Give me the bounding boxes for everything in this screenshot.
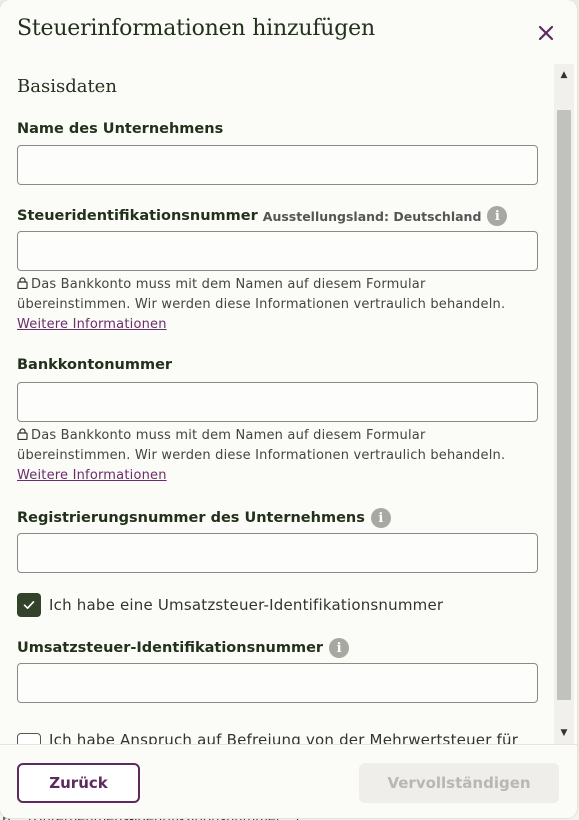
vat-id-label-text: Umsatzsteuer-Identifikationsnummer (17, 640, 324, 656)
bank-account-more-info-link[interactable]: Weitere Informationen (17, 468, 167, 483)
vat-exempt-label: Ich habe Anspruch auf Befreiung von der … (49, 731, 519, 744)
has-vat-label: Ich habe eine Umsatzsteuer-Identifikatio… (49, 596, 444, 614)
bank-account-hint: Das Bankkonto muss mit dem Namen auf die… (17, 426, 538, 486)
info-icon[interactable]: i (329, 638, 350, 658)
registration-label-text: Registrierungsnummer des Unternehmens (17, 510, 365, 526)
lock-icon (17, 277, 28, 289)
lock-icon (17, 428, 28, 440)
scrollbar[interactable]: ▲ ▼ (554, 64, 574, 744)
scroll-down-arrow-icon[interactable]: ▼ (554, 724, 574, 742)
company-name-input[interactable] (17, 145, 538, 185)
scroll-thumb[interactable] (557, 110, 571, 700)
registration-input[interactable] (17, 533, 538, 573)
tax-id-hint-text: Das Bankkonto muss mit dem Namen auf die… (17, 277, 506, 312)
modal-title: Steuerinformationen hinzufügen (17, 16, 375, 41)
tax-id-input[interactable] (17, 231, 538, 271)
has-vat-row: Ich habe eine Umsatzsteuer-Identifikatio… (17, 593, 443, 617)
form-scroll-area[interactable]: Basisdaten Name des Unternehmens Steueri… (0, 64, 577, 744)
vat-exempt-row: Ich habe Anspruch auf Befreiung von der … (17, 723, 518, 744)
tax-info-modal: Steuerinformationen hinzufügen Basisdate… (0, 0, 577, 818)
modal-footer: Zurück Vervollständigen (0, 744, 577, 818)
has-vat-checkbox[interactable] (17, 593, 41, 617)
back-button[interactable]: Zurück (17, 763, 140, 803)
registration-label: Registrierungsnummer des Unternehmens i (17, 508, 391, 528)
section-title: Basisdaten (17, 76, 117, 97)
vat-id-input[interactable] (17, 663, 538, 703)
vat-exempt-checkbox[interactable] (17, 733, 41, 744)
complete-button[interactable]: Vervollständigen (359, 763, 559, 803)
bank-account-input[interactable] (17, 382, 538, 422)
modal-header: Steuerinformationen hinzufügen (0, 0, 577, 64)
bank-account-hint-text: Das Bankkonto muss mit dem Namen auf die… (17, 428, 506, 463)
tax-id-label: Steueridentifikationsnummer Ausstellungs… (17, 206, 508, 226)
company-name-label: Name des Unternehmens (17, 121, 223, 137)
bank-account-label: Bankkontonummer (17, 357, 172, 373)
vat-id-label: Umsatzsteuer-Identifikationsnummer i (17, 638, 350, 658)
info-icon[interactable]: i (487, 206, 508, 226)
close-icon[interactable] (534, 21, 558, 45)
bank-account-label-text: Bankkontonummer (17, 357, 173, 373)
info-icon[interactable]: i (370, 508, 391, 528)
tax-id-hint: Das Bankkonto muss mit dem Namen auf die… (17, 275, 538, 335)
tax-id-country-label: Ausstellungsland: Deutschland (262, 208, 482, 224)
scroll-up-arrow-icon[interactable]: ▲ (554, 66, 574, 84)
checkmark-icon (23, 601, 35, 609)
company-name-label-text: Name des Unternehmens (17, 121, 224, 137)
tax-id-more-info-link[interactable]: Weitere Informationen (17, 317, 167, 332)
tax-id-label-text: Steueridentifikationsnummer (17, 208, 258, 224)
